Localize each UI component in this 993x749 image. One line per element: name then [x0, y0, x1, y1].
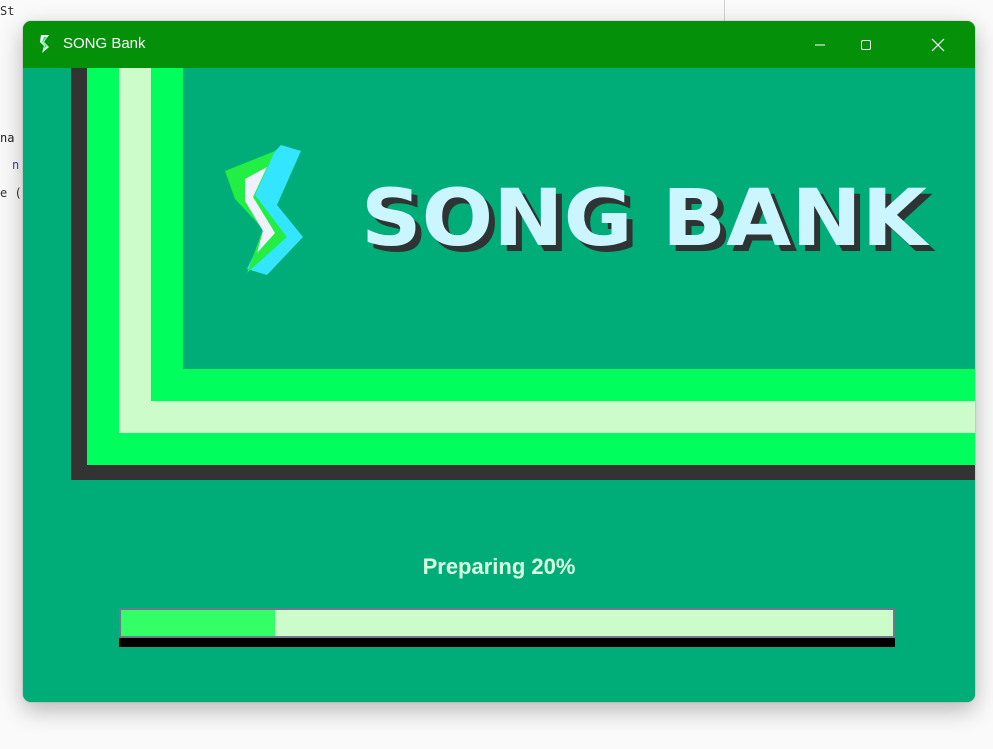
- minimize-button[interactable]: [797, 21, 843, 68]
- maximize-button[interactable]: [843, 21, 889, 68]
- editor-divider: [724, 0, 725, 22]
- window-title: SONG Bank: [63, 35, 146, 52]
- song-bank-logo: SONG BANK SONG BANK: [361, 183, 936, 263]
- close-icon: [931, 38, 945, 51]
- song-bank-window: SONG Bank SONG BANK SONG BANK Preparing …: [23, 21, 975, 702]
- title-bar[interactable]: SONG Bank: [23, 21, 975, 68]
- progress-bar-shadow: [119, 638, 895, 647]
- lightning-s-icon: [225, 145, 303, 275]
- editor-text-line: St: [0, 4, 15, 18]
- splash-content: SONG BANK SONG BANK Preparing 20%: [23, 68, 975, 702]
- svg-text:SONG BANK: SONG BANK: [361, 183, 930, 263]
- editor-text-line: e (: [0, 186, 22, 200]
- loading-status: Preparing 20%: [422, 554, 576, 579]
- progress-fill: [121, 610, 276, 636]
- minimize-icon: [815, 44, 825, 45]
- maximize-icon: [861, 39, 871, 50]
- editor-text-line: na: [0, 131, 15, 145]
- progress-bar: [119, 608, 895, 638]
- app-icon: [40, 35, 49, 53]
- editor-text-line: n: [12, 158, 20, 172]
- close-button[interactable]: [915, 21, 961, 68]
